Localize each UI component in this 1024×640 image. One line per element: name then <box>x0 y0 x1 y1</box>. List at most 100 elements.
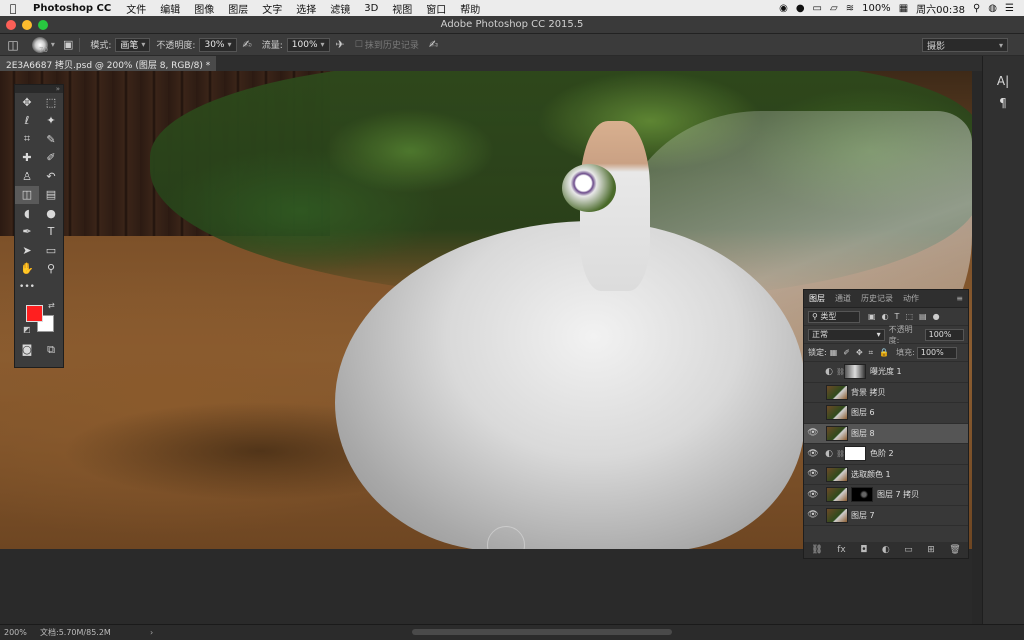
horizontal-scrollbar[interactable] <box>412 629 672 635</box>
spotlight-icon[interactable]: ⚲ <box>973 3 980 14</box>
filter-type-icon[interactable]: T <box>895 312 900 321</box>
filter-smart-object-icon[interactable]: ▤ <box>919 312 927 321</box>
menu-edit[interactable]: 编辑 <box>153 1 187 16</box>
type-tool-icon[interactable]: T <box>39 223 63 242</box>
layer-thumbnail[interactable] <box>826 466 848 482</box>
chevron-down-icon[interactable]: ▾ <box>51 40 55 49</box>
lock-artboard-icon[interactable]: ⌗ <box>869 348 874 358</box>
layer-row[interactable]: 背景 拷贝 <box>804 383 968 403</box>
new-group-icon[interactable]: ▭ <box>904 545 913 555</box>
app-status-icon[interactable]: ● <box>796 3 805 14</box>
menu-image[interactable]: 图像 <box>187 1 221 16</box>
panel-menu-icon[interactable]: ≡ <box>951 294 968 303</box>
gradient-tool-icon[interactable]: ▤ <box>39 186 63 205</box>
history-brush-tool-icon[interactable]: ↶ <box>39 167 63 186</box>
input-source-icon[interactable]: ▦ <box>899 3 908 14</box>
menu-view[interactable]: 视图 <box>385 1 419 16</box>
layer-opacity-field[interactable]: 100% <box>924 328 964 341</box>
eyedropper-tool-icon[interactable]: ✎ <box>39 130 63 149</box>
layer-thumbnail[interactable] <box>826 507 848 523</box>
tab-history[interactable]: 历史记录 <box>856 293 898 304</box>
clock[interactable]: 周六00:38 <box>916 1 965 16</box>
mask-link-icon[interactable]: ⛓ <box>836 450 845 458</box>
menu-help[interactable]: 帮助 <box>453 1 487 16</box>
screen-mode-icon[interactable]: ⧉ <box>39 341 63 360</box>
workspace-select[interactable]: 摄影 ▾ <box>922 38 1008 52</box>
battery-percent[interactable]: 100% <box>862 3 891 14</box>
airbrush-icon[interactable]: ✈ <box>336 38 345 51</box>
menu-app-name[interactable]: Photoshop CC <box>26 3 119 14</box>
character-panel-icon[interactable]: A| <box>993 74 1013 92</box>
fill-field[interactable]: 100% <box>916 346 957 359</box>
paragraph-panel-icon[interactable]: ¶ <box>993 96 1013 114</box>
wifi-icon[interactable]: ≋ <box>846 3 854 14</box>
layer-row[interactable]: 👁 图层 7 <box>804 506 968 526</box>
record-icon[interactable]: ◉ <box>779 3 788 14</box>
tab-channels[interactable]: 通道 <box>830 293 856 304</box>
magic-wand-tool-icon[interactable]: ✦ <box>39 112 63 131</box>
filter-kind-select[interactable]: ⚲ 类型 <box>808 310 860 323</box>
healing-brush-tool-icon[interactable]: ✚ <box>15 149 39 168</box>
pressure-opacity-icon[interactable]: ✍ <box>243 38 252 51</box>
layer-thumbnail[interactable] <box>826 487 848 503</box>
zoom-tool-icon[interactable]: ⚲ <box>39 260 63 279</box>
layer-visibility-eye-icon[interactable]: 👁 <box>804 428 822 438</box>
layer-row[interactable]: 👁 ◐ ⛓ 色阶 2 <box>804 444 968 465</box>
filter-shape-icon[interactable]: ⬚ <box>905 312 913 321</box>
crop-tool-icon[interactable]: ⌗ <box>15 130 39 149</box>
layer-thumbnail[interactable] <box>826 425 848 441</box>
pressure-size-icon[interactable]: ✍ <box>429 38 438 51</box>
lasso-tool-icon[interactable]: ℓ <box>15 112 39 131</box>
layer-row[interactable]: 👁 选取颜色 1 <box>804 465 968 485</box>
filter-pixel-icon[interactable]: ▣ <box>868 312 876 321</box>
eraser-tool-icon[interactable]: ◫ <box>15 185 39 204</box>
tab-layers[interactable]: 图层 <box>804 293 830 304</box>
layer-visibility-eye-icon[interactable]: 👁 <box>804 469 822 479</box>
lock-transparent-icon[interactable]: ▦ <box>830 348 838 357</box>
brush-panel-toggle-icon[interactable]: ▣ <box>63 38 73 51</box>
link-layers-icon[interactable]: ⛓ <box>811 545 822 555</box>
apple-menu-icon[interactable]:  <box>0 2 26 15</box>
layer-visibility-eye-icon[interactable]: 👁 <box>804 510 822 520</box>
new-layer-icon[interactable]: ⊞ <box>927 545 935 555</box>
marquee-tool-icon[interactable]: ⬚ <box>39 93 63 112</box>
menu-3d[interactable]: 3D <box>357 3 385 14</box>
menu-layer[interactable]: 图层 <box>221 1 255 16</box>
layer-visibility-eye-icon[interactable]: 👁 <box>804 449 822 459</box>
eraser-preset-icon[interactable]: ◫ <box>0 38 26 52</box>
clone-stamp-tool-icon[interactable]: ♙ <box>15 167 39 186</box>
add-mask-icon[interactable]: ◘ <box>860 545 867 555</box>
layer-mask-thumbnail[interactable] <box>844 364 866 380</box>
menu-type[interactable]: 文字 <box>255 1 289 16</box>
rectangle-tool-icon[interactable]: ▭ <box>39 241 63 260</box>
screen-icon[interactable]: ▭ <box>813 3 822 14</box>
blend-mode-select[interactable]: 正常 ▾ <box>808 328 885 341</box>
lock-all-icon[interactable]: 🔒 <box>879 348 889 357</box>
erase-to-history-checkbox[interactable]: ☐ <box>355 40 363 50</box>
layer-style-icon[interactable]: fx <box>837 545 846 555</box>
layer-row[interactable]: 图层 6 <box>804 403 968 424</box>
flow-field[interactable]: 100% ▾ <box>286 37 330 52</box>
zoom-level[interactable]: 200% <box>0 628 40 637</box>
layer-row[interactable]: 👁 图层 7 拷贝 <box>804 485 968 506</box>
new-adjustment-layer-icon[interactable]: ◐ <box>882 545 890 555</box>
menu-filter[interactable]: 滤镜 <box>323 1 357 16</box>
layer-thumbnail[interactable] <box>826 405 848 421</box>
siri-icon[interactable]: ◍ <box>988 3 997 14</box>
layer-mask-thumbnail[interactable] <box>844 446 866 462</box>
layer-row[interactable]: ◐ ⛓ 曝光度 1 <box>804 362 968 383</box>
quick-mask-icon[interactable]: ◙ <box>15 341 39 360</box>
layer-visibility-eye-icon[interactable]: 👁 <box>804 490 822 500</box>
notification-center-icon[interactable]: ☰ <box>1005 3 1014 14</box>
layer-mask-thumbnail[interactable] <box>851 487 873 503</box>
pen-tool-icon[interactable]: ✒ <box>15 223 39 242</box>
layer-row[interactable]: 👁 图层 8 <box>804 423 968 444</box>
dodge-tool-icon[interactable]: ● <box>39 204 63 223</box>
path-selection-tool-icon[interactable]: ➤ <box>15 241 39 260</box>
menu-select[interactable]: 选择 <box>289 1 323 16</box>
default-colors-icon[interactable]: ◩ <box>23 325 31 334</box>
move-tool-icon[interactable]: ✥ <box>15 93 39 112</box>
foreground-color-swatch[interactable] <box>26 304 43 322</box>
blur-tool-icon[interactable]: ◖ <box>15 204 39 223</box>
brush-tool-icon[interactable]: ✐ <box>39 149 63 168</box>
